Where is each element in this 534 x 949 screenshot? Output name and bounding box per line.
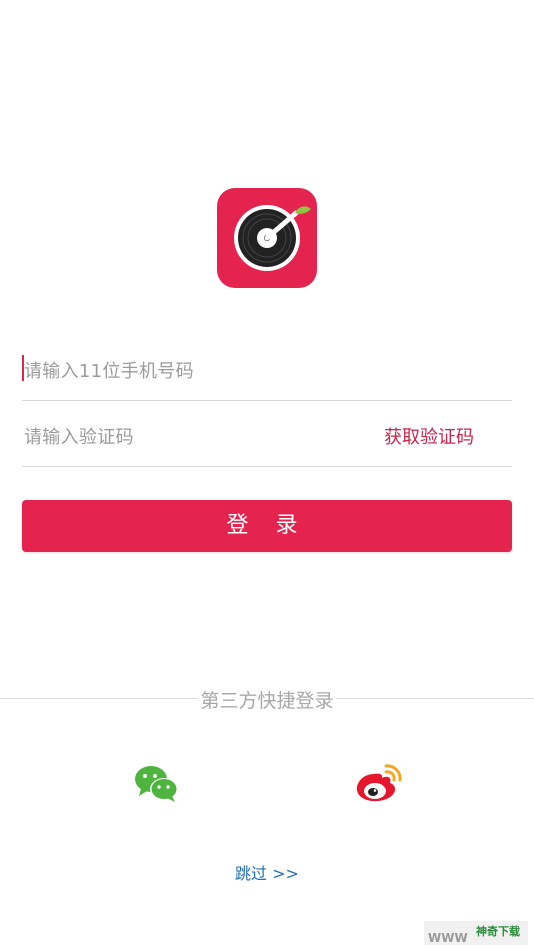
watermark-brand: 神奇下载 — [476, 925, 520, 938]
vinyl-record-icon — [234, 205, 311, 271]
login-button[interactable]: 登 录 — [22, 500, 512, 552]
verification-code-input[interactable]: 请输入验证码 — [24, 423, 134, 449]
verification-code-field[interactable]: 请输入验证码 获取验证码 — [22, 401, 512, 467]
site-watermark: WWW 神奇下载 — [424, 921, 528, 945]
weibo-login-button[interactable] — [354, 762, 404, 804]
app-logo — [217, 188, 317, 288]
get-code-button[interactable]: 获取验证码 — [384, 423, 474, 449]
phone-field[interactable]: 请输入11位手机号码 — [22, 335, 512, 401]
wechat-login-button[interactable] — [134, 764, 180, 804]
phone-input[interactable]: 请输入11位手机号码 — [24, 357, 194, 383]
third-party-title: 第三方快捷登录 — [0, 686, 534, 713]
weibo-icon — [356, 764, 402, 802]
third-party-title-text: 第三方快捷登录 — [198, 690, 336, 712]
wechat-icon — [135, 766, 178, 802]
skip-link[interactable]: 跳过 >> — [0, 860, 534, 884]
watermark-url: WWW — [428, 931, 468, 945]
